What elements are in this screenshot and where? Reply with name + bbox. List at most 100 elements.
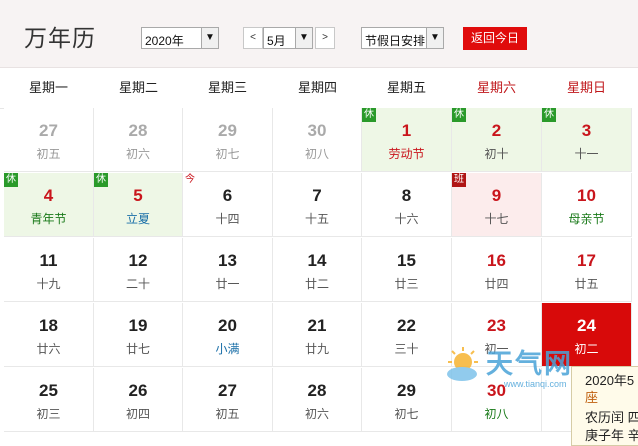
- lunar-or-festival-label: 初七: [215, 147, 240, 161]
- day-number: 29: [397, 381, 416, 400]
- calendar-day-cell[interactable]: 30 初八: [273, 108, 362, 172]
- weekday-label: 星期六: [476, 80, 516, 95]
- lunar-or-festival-label: 廿一: [215, 277, 240, 291]
- day-number: 30: [307, 121, 327, 140]
- calendar-day-cell[interactable]: 7 十五: [273, 173, 362, 237]
- lunar-or-festival-label: 母亲节: [568, 212, 605, 226]
- day-number: 14: [307, 251, 327, 270]
- day-number: 6: [222, 186, 233, 205]
- calendar-day-cell[interactable]: 28 初六: [94, 108, 183, 172]
- lunar-or-festival-label: 劳动节: [388, 147, 425, 161]
- calendar-day-cell[interactable]: 28 初六: [273, 368, 362, 432]
- calendar-day-cell[interactable]: 29 初七: [183, 108, 273, 172]
- day-number: 13: [218, 251, 237, 270]
- day-number: 10: [577, 186, 596, 205]
- lunar-or-festival-label: 初三: [36, 407, 61, 421]
- chevron-down-icon: ▼: [295, 28, 312, 48]
- day-number: 9: [491, 186, 502, 205]
- lunar-or-festival-label: 初五: [36, 147, 61, 161]
- calendar-day-cell[interactable]: 8 十六: [362, 173, 452, 237]
- month-select[interactable]: 5月 ▼: [263, 27, 313, 49]
- calendar-header: 万年历 2020年 ▼ < 5月 ▼ > 节假日安排 ▼ 返回今日: [0, 0, 638, 68]
- weekday-label: 星期一: [28, 80, 68, 95]
- weekday-label: 星期四: [297, 80, 337, 95]
- day-number: 23: [487, 316, 506, 335]
- calendar-day-cell[interactable]: 29 初七: [362, 368, 452, 432]
- year-select[interactable]: 2020年 ▼: [141, 27, 219, 49]
- lunar-or-festival-label: 十一: [574, 147, 599, 161]
- lunar-or-festival-label: 十九: [36, 277, 61, 291]
- day-number: 3: [581, 121, 592, 140]
- calendar-day-cell[interactable]: 16 廿四: [452, 238, 542, 302]
- tooltip-lunar: 农历闰 四: [585, 410, 638, 425]
- next-month-button[interactable]: >: [315, 27, 335, 49]
- holiday-select-value: 节假日安排: [365, 34, 426, 48]
- sun-cloud-logo-icon: [447, 347, 478, 381]
- holiday-badge: 休: [542, 108, 556, 122]
- calendar-day-cell[interactable]: 17 廿五: [542, 238, 632, 302]
- calendar-day-cell[interactable]: 18 廿六: [4, 303, 94, 367]
- chevron-down-icon: ▼: [426, 28, 443, 48]
- calendar-day-cell[interactable]: 21 廿九: [273, 303, 362, 367]
- calendar-day-cell[interactable]: 休 5 立夏: [94, 173, 183, 237]
- day-number: 28: [128, 121, 148, 140]
- day-number: 16: [487, 251, 506, 270]
- date-detail-tooltip: 2020年5 座 农历闰 四 庚子年 辛: [571, 366, 638, 446]
- weekday-label: 星期二: [118, 80, 158, 95]
- calendar-day-cell[interactable]: 26 初四: [94, 368, 183, 432]
- month-select-value: 5月: [267, 34, 286, 48]
- lunar-or-festival-label: 初七: [394, 407, 419, 421]
- day-number: 27: [218, 381, 237, 400]
- lunar-or-festival-label: 初五: [215, 407, 240, 421]
- lunar-or-festival-label: 十七: [484, 212, 509, 226]
- lunar-or-festival-label: 初八: [484, 407, 509, 421]
- lunar-or-festival-label: 初四: [125, 407, 150, 421]
- lunar-or-festival-label: 初六: [125, 147, 150, 161]
- weekday-header: 星期一 星期二 星期三 星期四 星期五 星期六 星期日: [0, 68, 632, 109]
- calendar-day-cell[interactable]: 今 6 十四: [183, 173, 273, 237]
- day-number: 26: [128, 381, 148, 400]
- calendar-day-cell[interactable]: 11 十九: [4, 238, 94, 302]
- calendar-day-cell[interactable]: 27 初五: [4, 108, 94, 172]
- lunar-or-festival-label: 廿七: [125, 342, 150, 356]
- lunar-or-festival-label: 十六: [394, 212, 419, 226]
- return-today-button[interactable]: 返回今日: [463, 27, 527, 50]
- calendar-day-cell[interactable]: 休 4 青年节: [4, 173, 94, 237]
- day-number: 2: [491, 121, 502, 140]
- day-number: 18: [39, 316, 58, 335]
- calendar-day-cell[interactable]: 12 二十: [94, 238, 183, 302]
- lunar-or-festival-label: 初六: [304, 407, 329, 421]
- calendar-day-cell[interactable]: 25 初三: [4, 368, 94, 432]
- lunar-or-festival-label: 廿三: [394, 277, 419, 291]
- day-number: 25: [39, 381, 58, 400]
- calendar-day-cell[interactable]: 休 3 十一: [542, 108, 632, 172]
- lunar-or-festival-label: 三十: [394, 342, 419, 356]
- weekday-label: 星期日: [566, 80, 606, 95]
- today-marker: 今: [185, 174, 195, 185]
- lunar-or-festival-label: 廿五: [574, 277, 599, 291]
- calendar-day-cell[interactable]: 27 初五: [183, 368, 273, 432]
- day-number: 19: [128, 316, 148, 335]
- day-number: 4: [43, 186, 54, 205]
- day-number: 15: [397, 251, 416, 270]
- calendar-day-cell[interactable]: 15 廿三: [362, 238, 452, 302]
- day-number: 21: [307, 316, 327, 335]
- weekday-label: 星期三: [207, 80, 247, 95]
- lunar-or-festival-label: 初十: [484, 147, 509, 161]
- lunar-or-festival-label: 十四: [215, 212, 240, 226]
- lunar-or-festival-label: 立夏: [125, 212, 150, 226]
- day-number: 20: [218, 316, 237, 335]
- calendar-day-cell[interactable]: 13 廿一: [183, 238, 273, 302]
- holiday-select[interactable]: 节假日安排 ▼: [361, 27, 444, 49]
- calendar-day-cell[interactable]: 10 母亲节: [542, 173, 632, 237]
- calendar-day-cell[interactable]: 19 廿七: [94, 303, 183, 367]
- calendar-day-cell[interactable]: 20 小满: [183, 303, 273, 367]
- calendar-day-cell[interactable]: 休 2 初十: [452, 108, 542, 172]
- watermark-url: www.tianqi.com: [504, 379, 567, 389]
- calendar-day-cell[interactable]: 班 9 十七: [452, 173, 542, 237]
- prev-month-button[interactable]: <: [243, 27, 263, 49]
- calendar-day-cell[interactable]: 休 1 劳动节: [362, 108, 452, 172]
- calendar-day-cell[interactable]: 14 廿二: [273, 238, 362, 302]
- lunar-or-festival-label: 廿六: [36, 342, 61, 356]
- calendar-day-cell[interactable]: 22 三十: [362, 303, 452, 367]
